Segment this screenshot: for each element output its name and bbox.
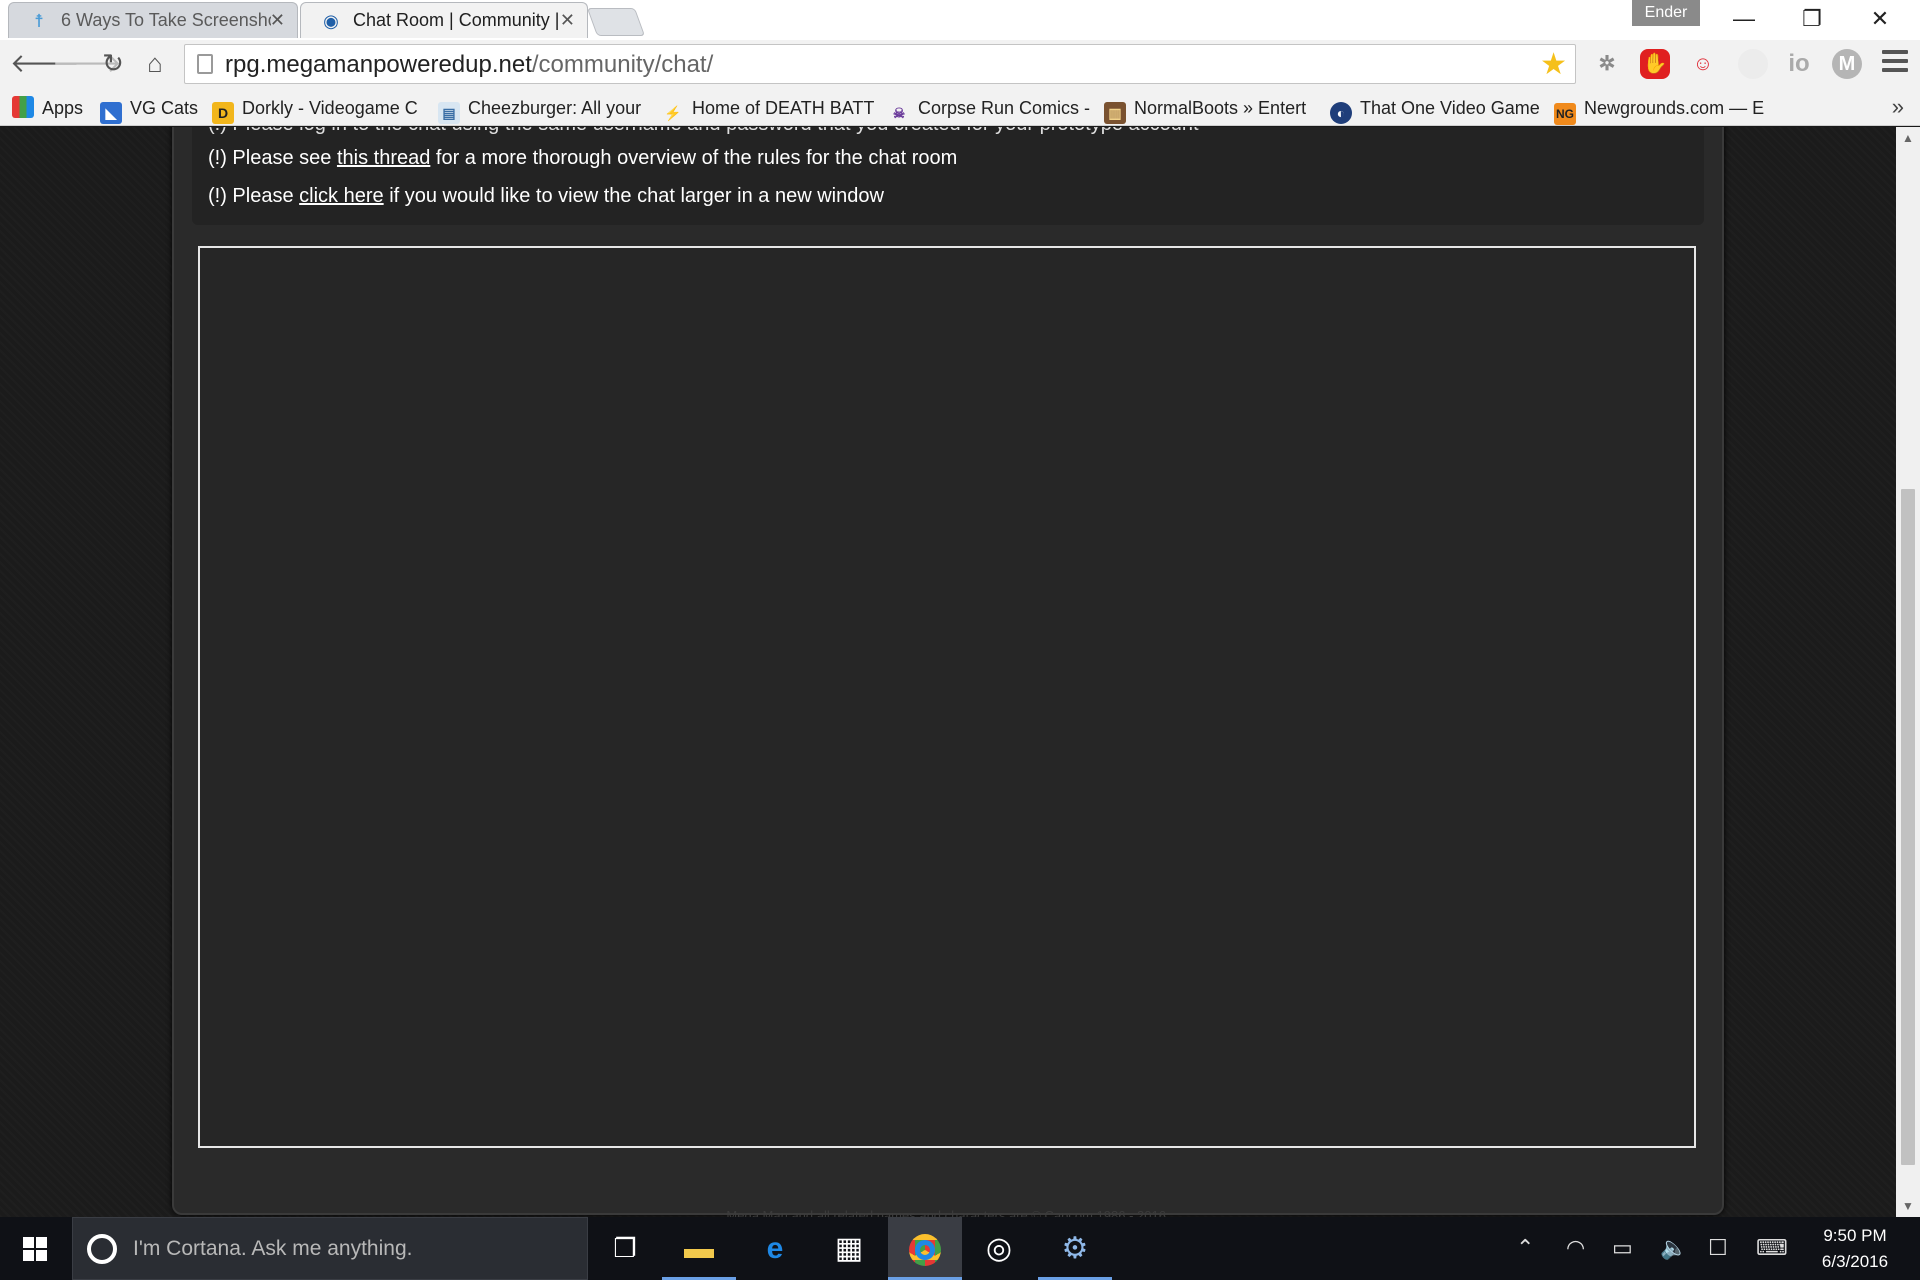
normalboots-icon: ▥	[1104, 102, 1126, 124]
bookmark-that-one-video-game[interactable]: ◐ That One Video Game	[1330, 94, 1540, 124]
address-bar[interactable]: rpg.megamanpoweredup.net/community/chat/…	[184, 44, 1576, 84]
close-window-button[interactable]: ✕	[1846, 0, 1914, 40]
start-button[interactable]	[0, 1217, 70, 1280]
m-extension-icon[interactable]: M	[1832, 49, 1862, 79]
show-hidden-icons-icon[interactable]: ⌃	[1516, 1235, 1534, 1261]
forward-arrow-icon[interactable]: 🡒	[52, 46, 122, 80]
notice-rules: (!) Please see this thread for a more th…	[208, 147, 958, 169]
restore-button[interactable]: ❐	[1778, 0, 1846, 40]
scroll-down-arrow-icon[interactable]: ▼	[1902, 1199, 1914, 1213]
close-tab-icon[interactable]: ✕	[560, 3, 575, 37]
bookmark-vg-cats[interactable]: ◣ VG Cats	[100, 94, 198, 124]
pinwheel-extension-icon[interactable]: ✲	[1592, 49, 1622, 79]
keyboard-icon[interactable]: ⌨	[1756, 1235, 1788, 1261]
notice-login-partial: (!) Please log in to the chat using the …	[208, 127, 1199, 136]
page-scrollbar[interactable]: ▲ ▼	[1896, 127, 1920, 1217]
notice-new-window: (!) Please click here if you would like …	[208, 185, 884, 207]
obs-icon[interactable]: ◎	[962, 1217, 1036, 1280]
thatonevideogame-icon: ◐	[1330, 102, 1352, 124]
site-favicon-icon: ◉	[323, 11, 339, 31]
tab-title: 6 Ways To Take Screensho	[61, 10, 271, 30]
browser-toolbar: 🡐 🡒 ↻ ⌂ rpg.megamanpoweredup.net/communi…	[0, 40, 1920, 88]
footer-copyright: Mega Man and all related names and chara…	[726, 1208, 1170, 1217]
close-tab-icon[interactable]: ✕	[270, 3, 285, 37]
bookmark-apps[interactable]: Apps	[12, 94, 83, 122]
corpse-run-icon: ☠	[892, 105, 906, 121]
this-thread-link[interactable]: this thread	[337, 147, 430, 169]
chat-frame[interactable]	[198, 246, 1696, 1148]
battery-icon[interactable]: ▭	[1612, 1235, 1633, 1261]
bookmarks-overflow-button[interactable]: »	[1892, 94, 1904, 120]
deathbattle-icon: ⚡	[664, 105, 682, 121]
action-center-icon[interactable]: ☐	[1708, 1235, 1728, 1261]
new-tab-button[interactable]	[586, 8, 646, 36]
dorkly-icon: D	[212, 102, 234, 124]
scroll-up-arrow-icon[interactable]: ▲	[1902, 131, 1914, 145]
bookmark-normalboots[interactable]: ▥ NormalBoots » Entert	[1104, 94, 1306, 124]
click-here-link[interactable]: click here	[299, 185, 383, 207]
profile-button[interactable]: Ender	[1632, 0, 1700, 26]
tab-chat-room[interactable]: ◉ Chat Room | Community | ✕	[300, 2, 588, 38]
cortana-icon	[87, 1234, 117, 1264]
task-view-icon[interactable]: ❐	[588, 1217, 662, 1280]
chrome-icon[interactable]	[888, 1217, 962, 1280]
wifi-icon[interactable]: ◠	[1566, 1235, 1585, 1261]
adblock-icon[interactable]: ✋	[1640, 49, 1670, 79]
store-icon[interactable]: ▦	[812, 1217, 886, 1280]
back-arrow-icon[interactable]: 🡐	[10, 46, 80, 80]
scrollbar-thumb[interactable]	[1901, 489, 1915, 1165]
page-viewport: (!) Please log in to the chat using the …	[0, 127, 1896, 1217]
windows-taskbar: I'm Cortana. Ask me anything. ❐ ▬ e ▦ ◎ …	[0, 1217, 1920, 1280]
tab-wikihow[interactable]: ☨ 6 Ways To Take Screensho ✕	[8, 2, 298, 38]
volume-icon[interactable]: 🔈	[1660, 1235, 1687, 1261]
steam-icon[interactable]: ⚙	[1038, 1217, 1112, 1280]
bookmarks-bar: Apps ◣ VG Cats D Dorkly - Videogame C ▤ Che…	[0, 88, 1920, 126]
bookmark-corpse-run[interactable]: ☠ Corpse Run Comics -	[888, 94, 1090, 122]
cortana-placeholder: I'm Cortana. Ask me anything.	[133, 1237, 413, 1260]
bookmark-star-icon[interactable]: ★	[1540, 47, 1567, 82]
vgcats-icon: ◣	[100, 102, 122, 124]
notice-box	[192, 127, 1704, 225]
bookmark-cheezburger[interactable]: ▤ Cheezburger: All your	[438, 94, 641, 124]
page-icon	[197, 54, 213, 74]
menu-icon[interactable]	[1882, 50, 1908, 76]
cat-extension-icon[interactable]: ☺	[1688, 49, 1718, 79]
clock-date: 6/3/2016	[1821, 1252, 1889, 1271]
tab-title: Chat Room | Community |	[353, 10, 560, 30]
io-extension-icon[interactable]: io	[1784, 49, 1814, 79]
browser-titlebar: ☨ 6 Ways To Take Screensho ✕ ◉ Chat Room…	[0, 0, 1920, 40]
bookmark-dorkly[interactable]: D Dorkly - Videogame C	[212, 94, 418, 124]
bookmark-death-battle[interactable]: ⚡ Home of DEATH BATT	[662, 94, 874, 122]
gray-circle-extension-icon[interactable]	[1738, 49, 1768, 79]
minimize-button[interactable]: —	[1710, 0, 1778, 40]
apps-grid-icon	[12, 96, 34, 118]
home-icon[interactable]: ⌂	[138, 46, 172, 80]
cheezburger-icon: ▤	[438, 102, 460, 124]
clock-time: 9:50 PM	[1823, 1226, 1887, 1245]
newgrounds-icon: NG	[1554, 103, 1576, 125]
bookmark-newgrounds[interactable]: NG Newgrounds.com — E	[1554, 94, 1764, 125]
wikihow-icon: ☨	[34, 11, 44, 31]
cortana-search-box[interactable]: I'm Cortana. Ask me anything.	[72, 1217, 588, 1280]
clock[interactable]: 9:50 PM 6/3/2016	[1800, 1223, 1910, 1275]
url-text[interactable]: rpg.megamanpoweredup.net/community/chat/	[225, 51, 713, 79]
reload-icon[interactable]: ↻	[96, 46, 130, 80]
file-explorer-icon[interactable]: ▬	[662, 1217, 736, 1280]
edge-icon[interactable]: e	[738, 1217, 812, 1280]
